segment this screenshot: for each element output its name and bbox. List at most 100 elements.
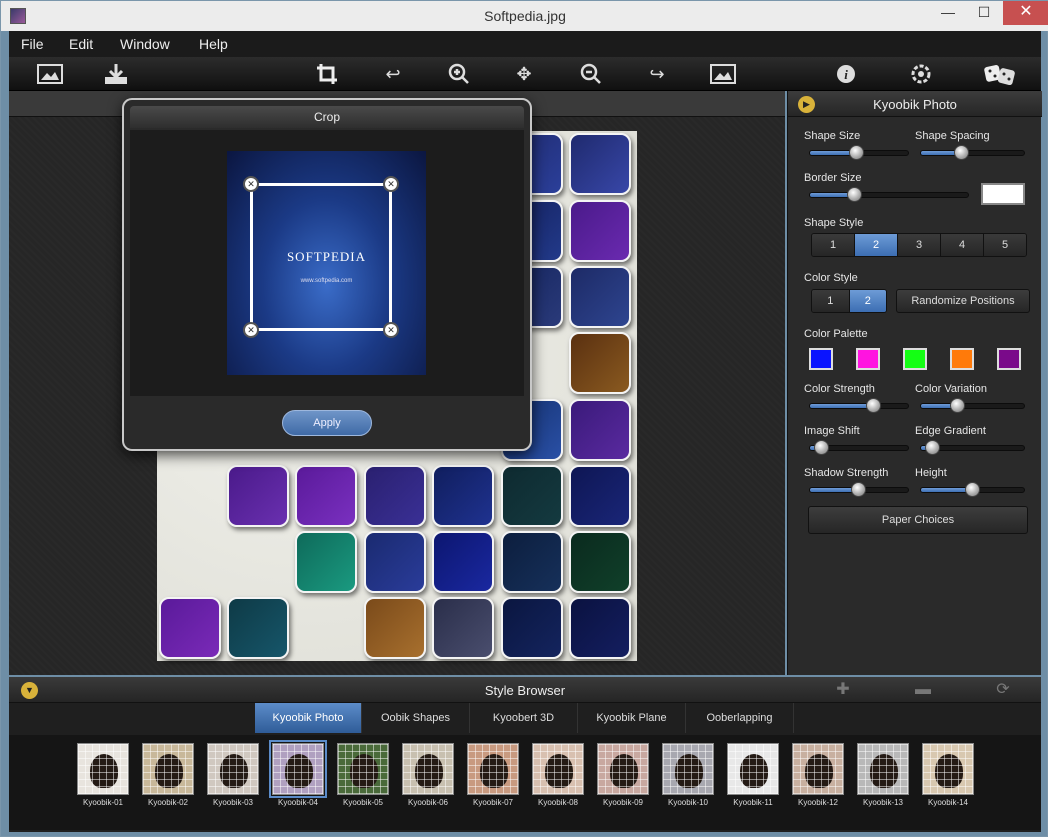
menu-edit[interactable]: Edit: [69, 36, 93, 52]
shape-style-option[interactable]: 3: [898, 234, 941, 256]
style-browser-header: ▼ Style Browser ✚ ▬ ⟳: [9, 677, 1041, 703]
thumbnail-grid-overlay: [728, 744, 778, 794]
mosaic-tile: [295, 465, 357, 527]
save-icon[interactable]: [101, 60, 131, 88]
style-thumbnail[interactable]: [792, 743, 844, 795]
mosaic-tile: [364, 531, 426, 593]
style-thumbnail-label: Kyoobik-10: [667, 798, 709, 807]
shape-spacing-label: Shape Spacing: [915, 130, 990, 142]
edge-gradient-slider[interactable]: [920, 440, 1025, 455]
shape-style-option[interactable]: 5: [984, 234, 1026, 256]
undo-icon[interactable]: ↩: [378, 60, 408, 88]
palette-swatch-2[interactable]: [856, 348, 880, 370]
style-thumbnail[interactable]: [662, 743, 714, 795]
menu-file[interactable]: File: [21, 36, 44, 52]
style-thumbnail[interactable]: [207, 743, 259, 795]
crop-handle-top-left[interactable]: ✕: [243, 176, 259, 192]
zoom-in-icon[interactable]: [444, 60, 474, 88]
title-bar: Softpedia.jpg — ☐ ✕: [1, 1, 1048, 31]
app-window: Softpedia.jpg — ☐ ✕ File Edit Window Hel…: [0, 0, 1048, 837]
maximize-button[interactable]: ☐: [967, 1, 1001, 25]
redo-icon[interactable]: ↪: [642, 60, 672, 88]
style-thumbnail[interactable]: [142, 743, 194, 795]
export-image-icon[interactable]: [708, 60, 738, 88]
shape-style-option[interactable]: 1: [812, 234, 855, 256]
palette-swatch-1[interactable]: [809, 348, 833, 370]
refresh-style-icon[interactable]: ⟳: [993, 680, 1013, 700]
shape-size-slider[interactable]: [809, 145, 909, 160]
style-thumbnail[interactable]: [269, 740, 327, 798]
shape-style-option[interactable]: 4: [941, 234, 984, 256]
edge-gradient-label: Edge Gradient: [915, 425, 986, 437]
style-thumbnail[interactable]: [532, 743, 584, 795]
color-style-segmented: 1 2: [811, 289, 887, 313]
crop-icon[interactable]: [312, 60, 342, 88]
style-thumbnail[interactable]: [597, 743, 649, 795]
tab-kyoobik-plane[interactable]: Kyoobik Plane: [578, 703, 686, 733]
color-style-option[interactable]: 1: [812, 290, 850, 312]
settings-icon[interactable]: [906, 60, 936, 88]
dice-icon[interactable]: [982, 60, 1018, 88]
style-thumbnail-label: Kyoobik-03: [212, 798, 254, 807]
randomize-positions-button[interactable]: Randomize Positions: [896, 289, 1030, 313]
style-thumbnail[interactable]: [77, 743, 129, 795]
style-thumbnail[interactable]: [337, 743, 389, 795]
menu-window[interactable]: Window: [120, 36, 170, 52]
tab-oobik-shapes[interactable]: Oobik Shapes: [362, 703, 470, 733]
crop-handle-top-right[interactable]: ✕: [383, 176, 399, 192]
thumbnail-grid-overlay: [338, 744, 388, 794]
style-thumbnail-label: Kyoobik-06: [407, 798, 449, 807]
color-strength-label: Color Strength: [804, 383, 875, 395]
remove-style-icon[interactable]: ▬: [913, 680, 933, 700]
style-tabs: Kyoobik Photo Oobik Shapes Kyoobert 3D K…: [255, 703, 815, 733]
style-thumbnail[interactable]: [857, 743, 909, 795]
add-style-icon[interactable]: ✚: [833, 680, 853, 700]
style-thumbnail[interactable]: [727, 743, 779, 795]
border-color-well[interactable]: [981, 183, 1025, 205]
apply-button[interactable]: Apply: [282, 410, 372, 436]
menu-help[interactable]: Help: [199, 36, 228, 52]
zoom-out-icon[interactable]: [576, 60, 606, 88]
palette-swatch-3[interactable]: [903, 348, 927, 370]
thumbnail-grid-overlay: [273, 744, 323, 794]
close-button[interactable]: ✕: [1003, 1, 1048, 25]
color-style-option-selected[interactable]: 2: [849, 290, 886, 312]
border-size-slider[interactable]: [809, 187, 969, 202]
crop-handle-bottom-left[interactable]: ✕: [243, 322, 259, 338]
palette-swatch-5[interactable]: [997, 348, 1021, 370]
color-variation-slider[interactable]: [920, 398, 1025, 413]
mosaic-tile: [569, 399, 631, 461]
info-icon[interactable]: i: [831, 60, 861, 88]
thumbnail-grid-overlay: [858, 744, 908, 794]
tab-ooberlapping[interactable]: Ooberlapping: [686, 703, 794, 733]
style-thumbnail-label: Kyoobik-01: [82, 798, 124, 807]
open-image-icon[interactable]: [35, 60, 65, 88]
mosaic-tile: [501, 531, 563, 593]
palette-swatch-4[interactable]: [950, 348, 974, 370]
crop-frame[interactable]: [250, 183, 392, 331]
style-thumbnail[interactable]: [402, 743, 454, 795]
shadow-strength-slider[interactable]: [809, 482, 909, 497]
image-shift-slider[interactable]: [809, 440, 909, 455]
style-thumbnail[interactable]: [467, 743, 519, 795]
style-thumbnail-label: Kyoobik-02: [147, 798, 189, 807]
style-thumbnail-label: Kyoobik-08: [537, 798, 579, 807]
minimize-button[interactable]: —: [931, 1, 965, 25]
shape-style-option-selected[interactable]: 2: [855, 234, 898, 256]
mosaic-tile: [227, 465, 289, 527]
tab-kyoobert-3d[interactable]: Kyoobert 3D: [470, 703, 578, 733]
mosaic-tile: [159, 597, 221, 659]
paper-choices-button[interactable]: Paper Choices: [808, 506, 1028, 534]
shape-spacing-slider[interactable]: [920, 145, 1025, 160]
crop-handle-bottom-right[interactable]: ✕: [383, 322, 399, 338]
tab-kyoobik-photo[interactable]: Kyoobik Photo: [255, 703, 362, 733]
mosaic-tile: [295, 531, 357, 593]
thumbnail-grid-overlay: [923, 744, 973, 794]
style-thumbnail-label: Kyoobik-14: [927, 798, 969, 807]
color-strength-slider[interactable]: [809, 398, 909, 413]
thumbnail-grid-overlay: [143, 744, 193, 794]
window-title: Softpedia.jpg: [484, 8, 566, 24]
style-thumbnail[interactable]: [922, 743, 974, 795]
height-slider[interactable]: [920, 482, 1025, 497]
move-icon[interactable]: ✥: [509, 60, 539, 88]
